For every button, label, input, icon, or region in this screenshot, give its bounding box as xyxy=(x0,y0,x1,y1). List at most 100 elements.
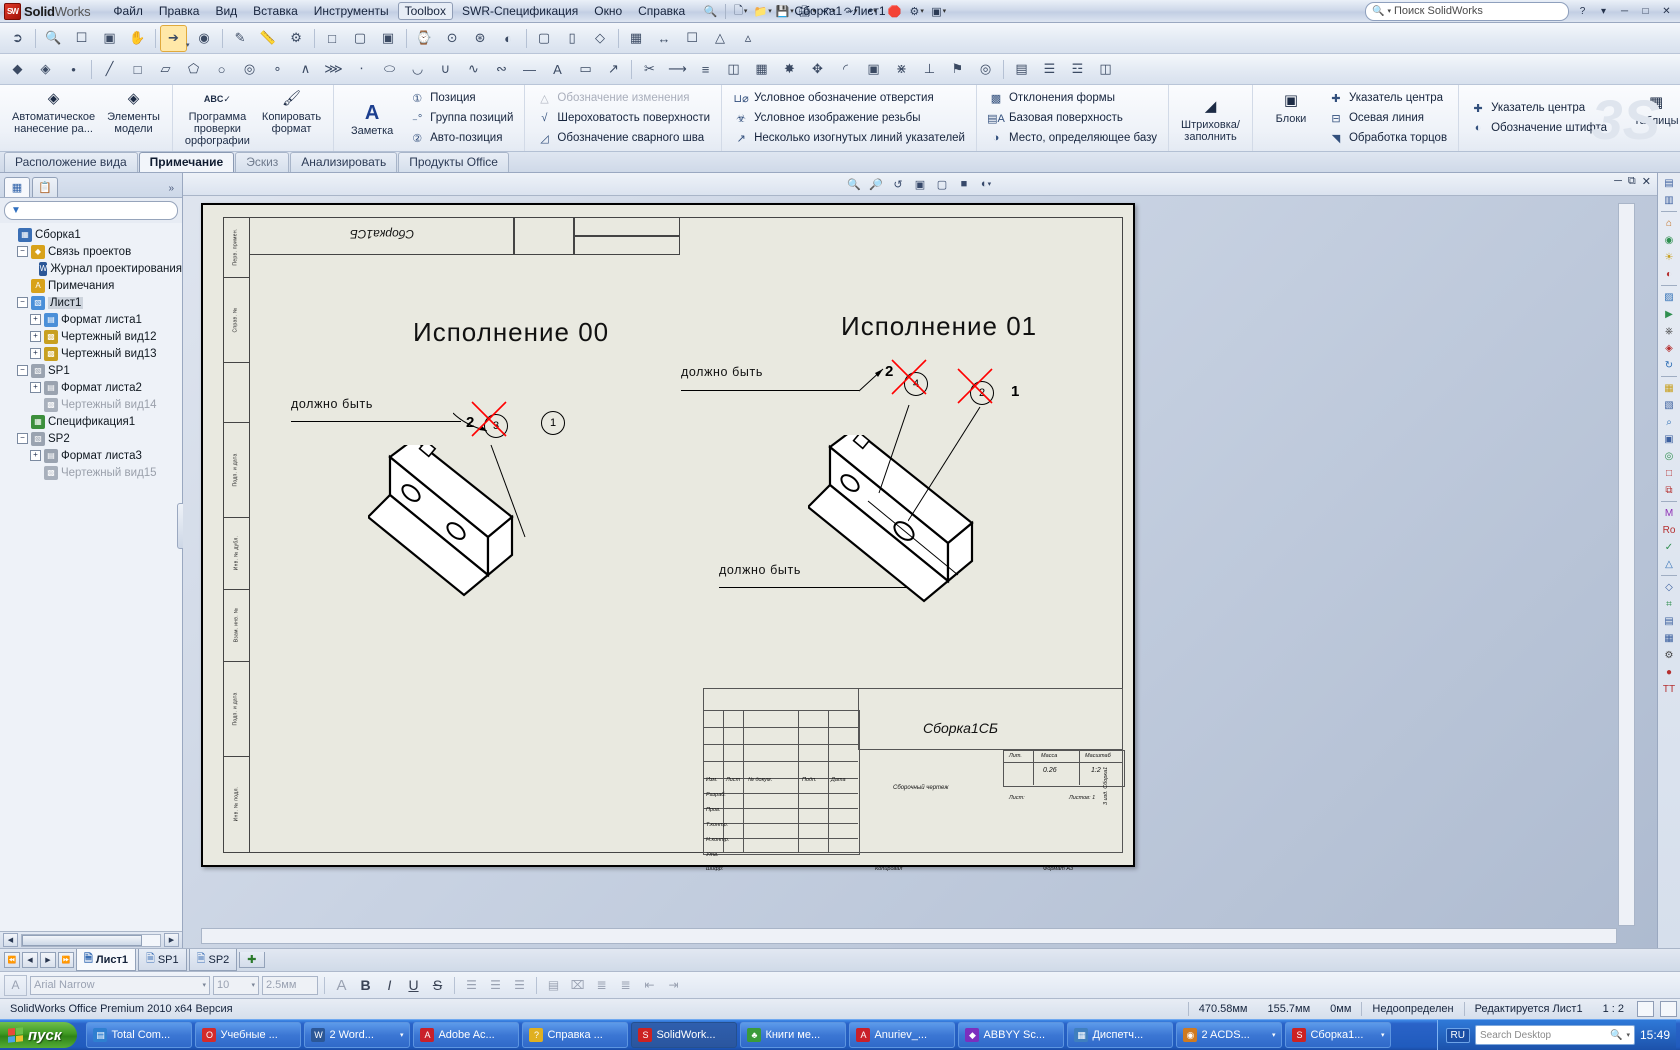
align-right-icon[interactable]: ☰ xyxy=(509,976,530,995)
tree-item[interactable]: + ▤ Формат листа1 xyxy=(4,311,182,328)
tangent-arc-icon[interactable]: ⋙ xyxy=(320,56,347,83)
plane-display-icon[interactable]: ▯ xyxy=(559,25,586,52)
zoom-fit-icon[interactable]: ☐ xyxy=(68,25,95,52)
lights-icon[interactable]: ◐ xyxy=(1660,266,1678,282)
scroll-left-button[interactable]: ◀ xyxy=(3,933,18,947)
axis-display-icon[interactable]: ◇ xyxy=(587,25,614,52)
hatch-fill-button[interactable]: ◢ Штриховка/заполнить xyxy=(1175,85,1246,151)
menu-item-edit[interactable]: Правка xyxy=(152,2,207,20)
tree-item[interactable]: ▩ Чертежный вид15 xyxy=(4,464,182,481)
tree-expand-toggle[interactable]: + xyxy=(30,382,41,393)
parallelogram-icon[interactable]: ▱ xyxy=(152,56,179,83)
surface-display-icon[interactable]: ▵ xyxy=(735,25,762,52)
no-border-icon[interactable]: ⌧ xyxy=(567,976,588,995)
point-icon[interactable]: • xyxy=(60,56,87,83)
toolbox-M-icon[interactable]: M xyxy=(1660,505,1678,521)
chevron-down-icon[interactable]: ▾ xyxy=(1594,3,1613,20)
menu-item-tools[interactable]: Инструменты xyxy=(307,2,396,20)
centerline-icon[interactable]: — xyxy=(516,56,543,83)
number-list-icon[interactable]: ≣ xyxy=(615,976,636,995)
taskbar-button[interactable]: ▤ Total Com... xyxy=(86,1022,193,1048)
taskbar-button[interactable]: W2 Word... ▾ xyxy=(304,1022,411,1048)
menu-item-window[interactable]: Окно xyxy=(587,2,629,20)
close-button[interactable]: ✕ xyxy=(1642,175,1651,188)
tree-item[interactable]: − ◆ Связь проектов xyxy=(4,243,182,260)
display-style-icon[interactable]: ⊛ xyxy=(467,25,494,52)
extend-icon[interactable]: ⟶ xyxy=(664,56,691,83)
surface-finish-button[interactable]: √ Шероховатость поверхности xyxy=(533,109,713,128)
task-pane-rail[interactable]: ▤ ▥ ⌂ ◉ ☀ ◐ ▨ ▶ ⎈ ◈ ↻ ▦ ▧ ⌕ ▣ ◎ □ ⧉ M Ro ✓ △ ◇ ⌗ ▤ ▦ ⚙ ● TT xyxy=(1657,173,1680,948)
geometric-tolerance-button[interactable]: ▩ Отклонения формы xyxy=(985,89,1160,108)
plus-icon[interactable]: + xyxy=(30,331,41,342)
filter-input[interactable]: ▼ xyxy=(4,201,178,220)
zoom-previous-icon[interactable]: ↺ xyxy=(888,175,908,193)
tab-annotation[interactable]: Примечание xyxy=(138,152,235,172)
view-toolbar-row[interactable]: ➲ 🔍 ☐ ▣ ✋ ➔ ▾ ◉ ✎ 📏 ⚙ □ ▢ ▣ ⌚ ⊙ ⊛ ◐ ▢ ▯ … xyxy=(0,23,1680,54)
graphics-view-toolbar[interactable]: 🔍 🔎 ↺ ▣ ▢ ■ ◐ ▾ ─ ⧉ ✕ xyxy=(183,173,1657,196)
last-sheet-button[interactable]: ⏩ xyxy=(58,952,74,968)
font-style-A-button[interactable]: A xyxy=(331,976,352,995)
taskbar-button[interactable]: ? Справка ... xyxy=(522,1022,629,1048)
scenes-icon[interactable]: ☀ xyxy=(1660,249,1678,265)
font-name-select[interactable]: Arial Narrow ▾ xyxy=(30,975,210,995)
settings-icon[interactable]: ⚙ xyxy=(1660,647,1678,663)
route-line-icon[interactable]: ↗ xyxy=(600,56,627,83)
zoom-to-area-icon[interactable]: 🔎 xyxy=(866,175,886,193)
tree-expand-toggle[interactable]: − xyxy=(17,365,28,376)
multi-jog-leader-button[interactable]: ↗ Несколько изогнутых линий указателей xyxy=(730,129,968,148)
camera-icon[interactable]: ⌚ xyxy=(411,25,438,52)
add-sheet-button[interactable]: ✚ xyxy=(239,952,265,968)
start-button[interactable]: пуск xyxy=(0,1022,78,1048)
intersection-curve-icon[interactable]: ⋇ xyxy=(888,56,915,83)
center-mark-button-2[interactable]: ✚ Указатель центра xyxy=(1467,99,1610,118)
tab-sketch[interactable]: Эскиз xyxy=(235,152,290,172)
dimension-dropdown-icon[interactable]: ◈ xyxy=(32,56,59,83)
new-doc-icon[interactable]: 🗋 ▾ xyxy=(730,2,751,21)
repair-sketch-icon[interactable]: ⚑ xyxy=(944,56,971,83)
tree-item[interactable]: + ▤ Формат листа3 xyxy=(4,447,182,464)
balloon-1[interactable]: 1 xyxy=(541,411,565,435)
trim-icon[interactable]: ✂ xyxy=(636,56,663,83)
spline-icon[interactable]: ∿ xyxy=(460,56,487,83)
tree-item[interactable]: − ▧ SP1 xyxy=(4,362,182,379)
status-indicator-box[interactable] xyxy=(1637,1001,1654,1017)
tree-expand-toggle[interactable]: + xyxy=(30,314,41,325)
tolerance-icon[interactable]: △ xyxy=(1660,556,1678,572)
minus-icon[interactable]: − xyxy=(17,297,28,308)
menu-item-insert[interactable]: Вставка xyxy=(246,2,305,20)
smart-dimension-icon[interactable]: ◆ xyxy=(4,56,31,83)
annotation-display-icon[interactable]: ☐ xyxy=(679,25,706,52)
sheet-tab-sp2[interactable]: 🗎 SP2 xyxy=(188,949,238,971)
taskbar-button[interactable]: A Anuriev_... xyxy=(849,1022,956,1048)
ellipse-icon[interactable]: ⬭ xyxy=(376,56,403,83)
tab-view-layout[interactable]: Расположение вида xyxy=(4,152,138,172)
render-icon[interactable]: ⊙ xyxy=(439,25,466,52)
text-style-icon[interactable]: A xyxy=(4,974,27,996)
sim-icon[interactable]: ◇ xyxy=(1660,579,1678,595)
taskbar-button[interactable]: ◆ ABBYY Sc... xyxy=(958,1022,1065,1048)
mate-ref-icon[interactable]: ⧉ xyxy=(1660,482,1678,498)
view-bottom-icon[interactable]: ▥ xyxy=(1660,192,1678,208)
select-arrow-icon[interactable]: ➔ xyxy=(160,24,187,52)
chevron-down-icon[interactable]: ▾ xyxy=(251,981,255,989)
italic-button[interactable]: I xyxy=(379,976,400,995)
display-style-icon[interactable]: ■ xyxy=(954,175,974,193)
line-icon[interactable]: ╱ xyxy=(96,56,123,83)
strikethrough-button[interactable]: S xyxy=(427,976,448,995)
minus-icon[interactable]: − xyxy=(17,433,28,444)
move-entities-icon[interactable]: ✥ xyxy=(804,56,831,83)
indent-icon[interactable]: ⇥ xyxy=(663,976,684,995)
tree-item[interactable]: W Журнал проектирования xyxy=(4,260,182,277)
pointer-icon[interactable]: ➲ xyxy=(4,25,31,52)
taskbar-clock[interactable]: 15:49 xyxy=(1640,1028,1670,1042)
auto-dimension-button[interactable]: ◈ Автоматическое нанесение ра... xyxy=(6,85,101,151)
font-size-select[interactable]: 10 ▾ xyxy=(213,975,259,995)
parabola-icon[interactable]: ∪ xyxy=(432,56,459,83)
hide-show-icon[interactable]: ◐ ▾ xyxy=(976,175,996,193)
eye-icon[interactable]: □ xyxy=(319,25,346,52)
chevron-down-icon[interactable]: ▾ xyxy=(1381,1031,1385,1039)
end-treatment-button[interactable]: ◥ Обработка торцов xyxy=(1325,129,1450,148)
minimize-button[interactable]: ─ xyxy=(1614,175,1622,188)
plus-icon[interactable]: + xyxy=(30,314,41,325)
grid-icon[interactable]: ▦ xyxy=(1660,630,1678,646)
